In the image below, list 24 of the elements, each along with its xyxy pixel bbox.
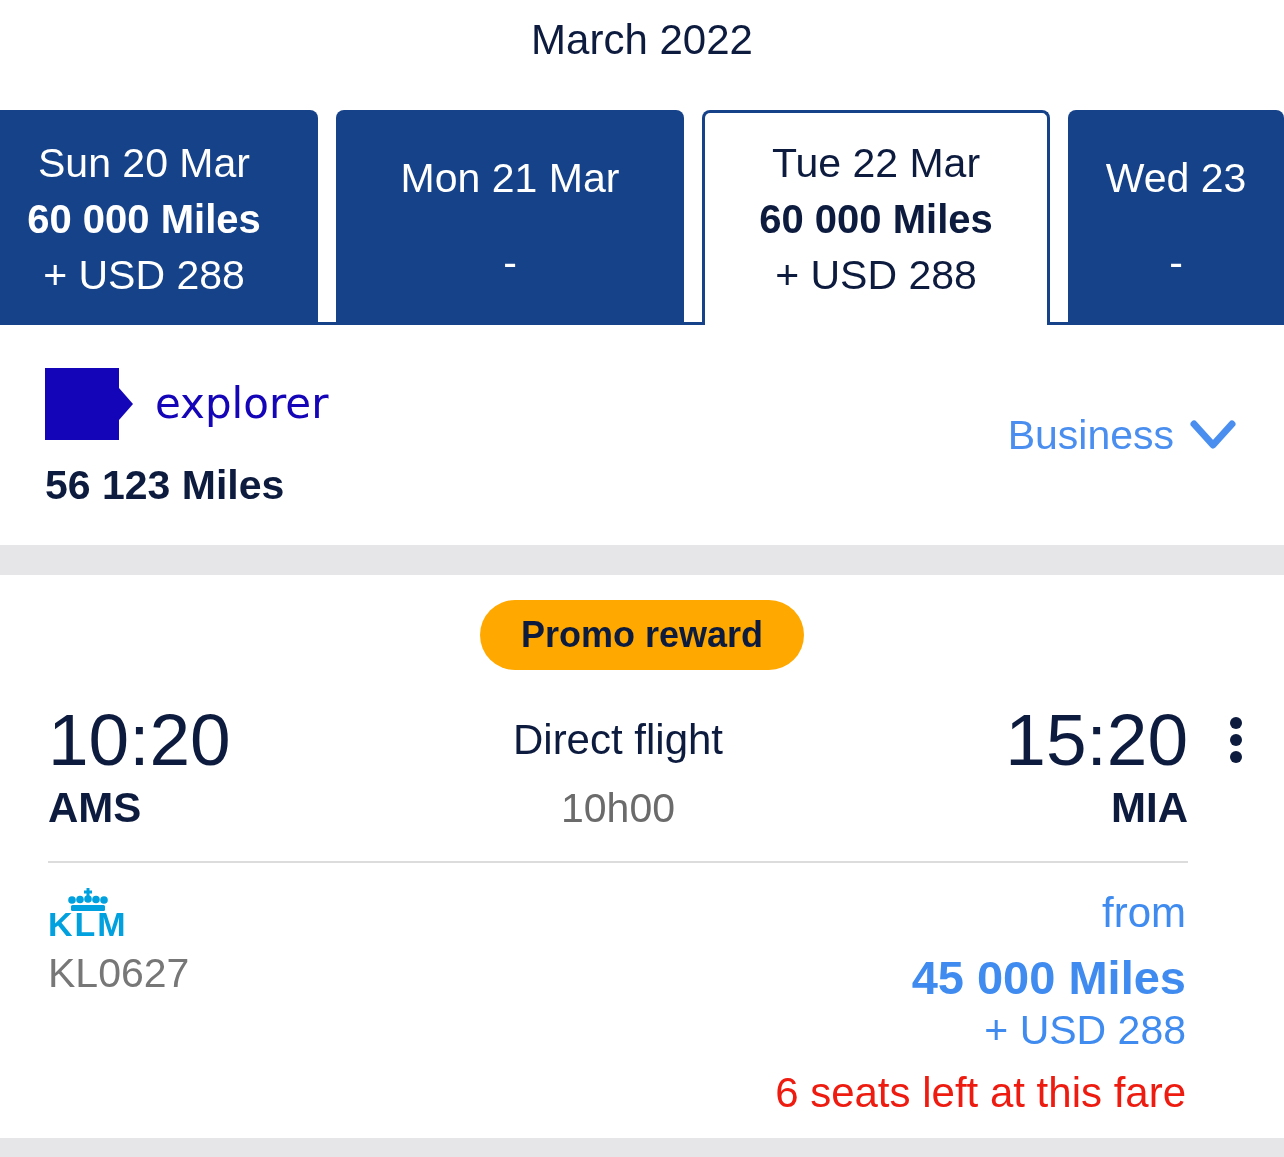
program-name: explorer: [155, 379, 329, 429]
promo-badge: Promo reward: [479, 600, 805, 670]
seats-left-warning: 6 seats left at this fare: [775, 1068, 1186, 1118]
flight-type: Direct flight: [512, 715, 724, 765]
more-icon[interactable]: [1230, 717, 1242, 763]
flight-number: KL0627: [48, 949, 190, 998]
arrival-time: 15:20: [1005, 700, 1188, 780]
chevron-down-icon: [1190, 420, 1236, 450]
departure-time: 10:20: [48, 700, 231, 780]
date-tab[interactable]: Mon 21 Mar -: [336, 110, 684, 322]
date-tab[interactable]: Wed 23 -: [1068, 110, 1284, 322]
month-title: March 2022: [531, 15, 753, 65]
logo-icon: [45, 368, 133, 440]
price-cash: + USD 288: [984, 1008, 1186, 1052]
miles-balance: 56 123 Miles: [45, 461, 285, 510]
airline-name: KLM: [48, 912, 128, 936]
crown-icon: [67, 888, 108, 911]
date-tab[interactable]: Sun 20 Mar 60 000 Miles + USD 288: [0, 110, 318, 322]
price-miles: 45 000 Miles: [911, 950, 1186, 1006]
date-tab[interactable]: Tue 22 Mar 60 000 Miles + USD 288: [702, 110, 1050, 325]
departure-airport: AMS: [48, 783, 142, 833]
flight-duration: 10h00: [561, 784, 675, 833]
arrival-airport: MIA: [1111, 783, 1188, 833]
price-prefix: from: [1102, 888, 1186, 938]
